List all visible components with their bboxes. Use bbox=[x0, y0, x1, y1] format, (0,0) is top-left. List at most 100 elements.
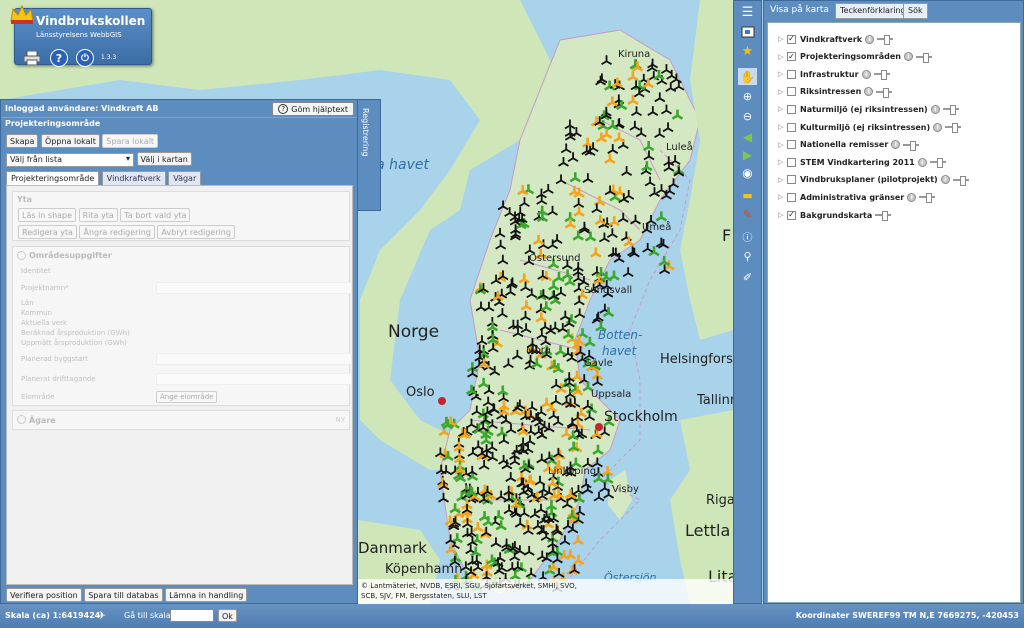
back-button[interactable]: ◀ bbox=[738, 128, 757, 145]
expand-arrow-icon[interactable]: ▷ bbox=[778, 105, 785, 113]
opacity-slider[interactable] bbox=[876, 87, 893, 98]
save-local-button[interactable]: Spara lokalt bbox=[102, 134, 159, 148]
opacity-slider[interactable] bbox=[942, 105, 959, 116]
locate-button[interactable]: ⚲ bbox=[738, 248, 757, 265]
create-button[interactable]: Skapa bbox=[6, 134, 39, 148]
opacity-slider[interactable] bbox=[929, 158, 946, 169]
registrering-tab[interactable]: Registrering bbox=[358, 99, 381, 211]
expand-arrow-icon[interactable]: ▷ bbox=[778, 176, 785, 184]
tab-legend[interactable]: Teckenförklaring bbox=[835, 3, 911, 19]
expand-arrow-icon[interactable]: ▷ bbox=[778, 53, 785, 61]
info-icon[interactable]: i bbox=[903, 52, 913, 62]
planned-operation-input[interactable] bbox=[156, 373, 352, 385]
opacity-slider[interactable] bbox=[903, 140, 920, 151]
opacity-slider[interactable] bbox=[877, 35, 894, 45]
expand-arrow-icon[interactable]: ▷ bbox=[778, 211, 785, 219]
hide-help-button[interactable]: ? Göm hjälptext bbox=[272, 102, 354, 116]
tab-projekteringsomrade[interactable]: Projekteringsområde bbox=[6, 171, 100, 185]
edit-area-button[interactable]: Redigera yta bbox=[18, 225, 77, 239]
info-icon[interactable]: i bbox=[865, 34, 875, 44]
remove-area-button[interactable]: Ta bort vald yta bbox=[120, 208, 191, 222]
tab-vagar[interactable]: Vägar bbox=[168, 171, 202, 185]
layer-checkbox[interactable] bbox=[787, 104, 796, 114]
opacity-slider[interactable] bbox=[952, 175, 969, 186]
tab-show-on-map[interactable]: Visa på karta bbox=[766, 3, 833, 19]
layer-row[interactable]: ▷ ✓ Projekteringsområden i bbox=[778, 51, 932, 63]
open-local-button[interactable]: Öppna lokalt bbox=[41, 134, 100, 148]
pick-in-map-button[interactable]: Välj i kartan bbox=[136, 152, 192, 166]
layer-row[interactable]: ▷ Administrativa gränser i bbox=[778, 191, 936, 204]
info-button[interactable]: ⓘ bbox=[738, 228, 757, 245]
expand-arrow-icon[interactable]: ▷ bbox=[778, 158, 785, 166]
ok-button[interactable]: Ok bbox=[218, 609, 237, 622]
opacity-slider[interactable] bbox=[919, 193, 936, 204]
info-icon[interactable]: i bbox=[907, 192, 917, 202]
layer-row[interactable]: ▷ Nationella remisser i bbox=[778, 139, 920, 151]
layer-checkbox[interactable] bbox=[787, 192, 796, 202]
opacity-slider[interactable] bbox=[915, 52, 932, 63]
layer-row[interactable]: ▷ Vindbruksplaner (pilotprojekt) i bbox=[778, 174, 969, 186]
verify-position-button[interactable]: Verifiera position bbox=[6, 588, 82, 602]
undo-edit-button[interactable]: Ångra redigering bbox=[79, 225, 155, 239]
print-button[interactable] bbox=[23, 49, 41, 67]
expand-arrow-icon[interactable]: ▷ bbox=[778, 123, 785, 131]
favorites-button[interactable]: ★ bbox=[738, 43, 757, 60]
overview-button[interactable] bbox=[738, 23, 757, 40]
layer-checkbox[interactable] bbox=[787, 69, 796, 79]
help-button[interactable]: ? bbox=[50, 49, 68, 67]
load-shape-button[interactable]: Läs in shape bbox=[18, 208, 77, 222]
expand-arrow-icon[interactable]: ▷ bbox=[778, 88, 785, 96]
draw-button[interactable]: ✎ bbox=[738, 206, 757, 223]
layer-checkbox[interactable] bbox=[787, 122, 796, 132]
info-icon[interactable]: i bbox=[917, 157, 927, 167]
opacity-slider[interactable] bbox=[875, 211, 892, 221]
collapse-icon[interactable] bbox=[17, 415, 26, 424]
info-icon[interactable]: i bbox=[930, 104, 940, 114]
expand-arrow-icon[interactable]: ▷ bbox=[778, 141, 785, 149]
zoom-in-button[interactable]: ⊕ bbox=[738, 88, 757, 105]
submit-document-button[interactable]: Lämna in handling bbox=[165, 588, 248, 602]
pan-tool-button[interactable]: ✋ bbox=[738, 68, 757, 85]
opacity-slider[interactable] bbox=[945, 123, 962, 133]
project-name-input[interactable] bbox=[156, 282, 352, 294]
layer-row[interactable]: ▷ ✓ Bakgrundskarta bbox=[778, 209, 892, 221]
layer-checkbox[interactable] bbox=[787, 175, 796, 185]
save-to-database-button[interactable]: Spara till databas bbox=[84, 588, 163, 602]
planned-start-input[interactable] bbox=[156, 353, 352, 365]
layer-row[interactable]: ▷ Naturmiljö (ej riksintressen) i bbox=[778, 103, 959, 116]
collapse-icon[interactable] bbox=[17, 251, 26, 260]
expand-arrow-icon[interactable]: ▷ bbox=[778, 35, 785, 43]
layer-checkbox[interactable] bbox=[787, 140, 796, 150]
cancel-edit-button[interactable]: Avbryt redigering bbox=[157, 225, 235, 239]
layers-button[interactable]: ▬ bbox=[738, 187, 757, 204]
opacity-slider[interactable] bbox=[873, 70, 890, 81]
layer-row[interactable]: ▷ Kulturmiljö (ej riksintressen) i bbox=[778, 121, 962, 133]
logout-button[interactable]: ⏻ bbox=[76, 49, 94, 67]
layer-checkbox[interactable] bbox=[787, 87, 796, 97]
info-icon[interactable]: i bbox=[864, 87, 874, 97]
forward-button[interactable]: ▶ bbox=[738, 146, 757, 163]
full-extent-button[interactable]: ◉ bbox=[738, 164, 757, 181]
layer-row[interactable]: ▷ ✓ Vindkraftverk i bbox=[778, 33, 894, 45]
layer-row[interactable]: ▷ Infrastruktur i bbox=[778, 68, 890, 81]
elomrade-select[interactable]: Ange elområde bbox=[156, 391, 218, 403]
layer-checkbox[interactable] bbox=[787, 157, 796, 167]
menu-button[interactable]: ☰ bbox=[738, 4, 757, 21]
tab-search[interactable]: Sök bbox=[903, 3, 928, 19]
area-select[interactable]: Välj från lista bbox=[6, 153, 134, 167]
measure-button[interactable]: ✐ bbox=[738, 269, 757, 286]
info-icon[interactable]: i bbox=[940, 175, 950, 185]
zoom-out-button[interactable]: ⊖ bbox=[738, 108, 757, 125]
scale-input[interactable] bbox=[170, 609, 214, 622]
layer-row[interactable]: ▷ STEM Vindkartering 2011 i bbox=[778, 156, 946, 169]
layer-checkbox[interactable]: ✓ bbox=[787, 34, 796, 44]
info-icon[interactable]: i bbox=[933, 122, 943, 132]
layer-checkbox[interactable]: ✓ bbox=[787, 210, 796, 220]
info-icon[interactable]: i bbox=[861, 69, 871, 79]
expand-arrow-icon[interactable]: ▷ bbox=[778, 193, 785, 201]
layer-checkbox[interactable]: ✓ bbox=[787, 52, 796, 62]
layer-row[interactable]: ▷ Riksintressen i bbox=[778, 86, 893, 98]
tab-vindkraftverk[interactable]: Vindkraftverk bbox=[101, 171, 166, 185]
info-icon[interactable]: i bbox=[891, 140, 901, 150]
draw-area-button[interactable]: Rita yta bbox=[78, 208, 118, 222]
